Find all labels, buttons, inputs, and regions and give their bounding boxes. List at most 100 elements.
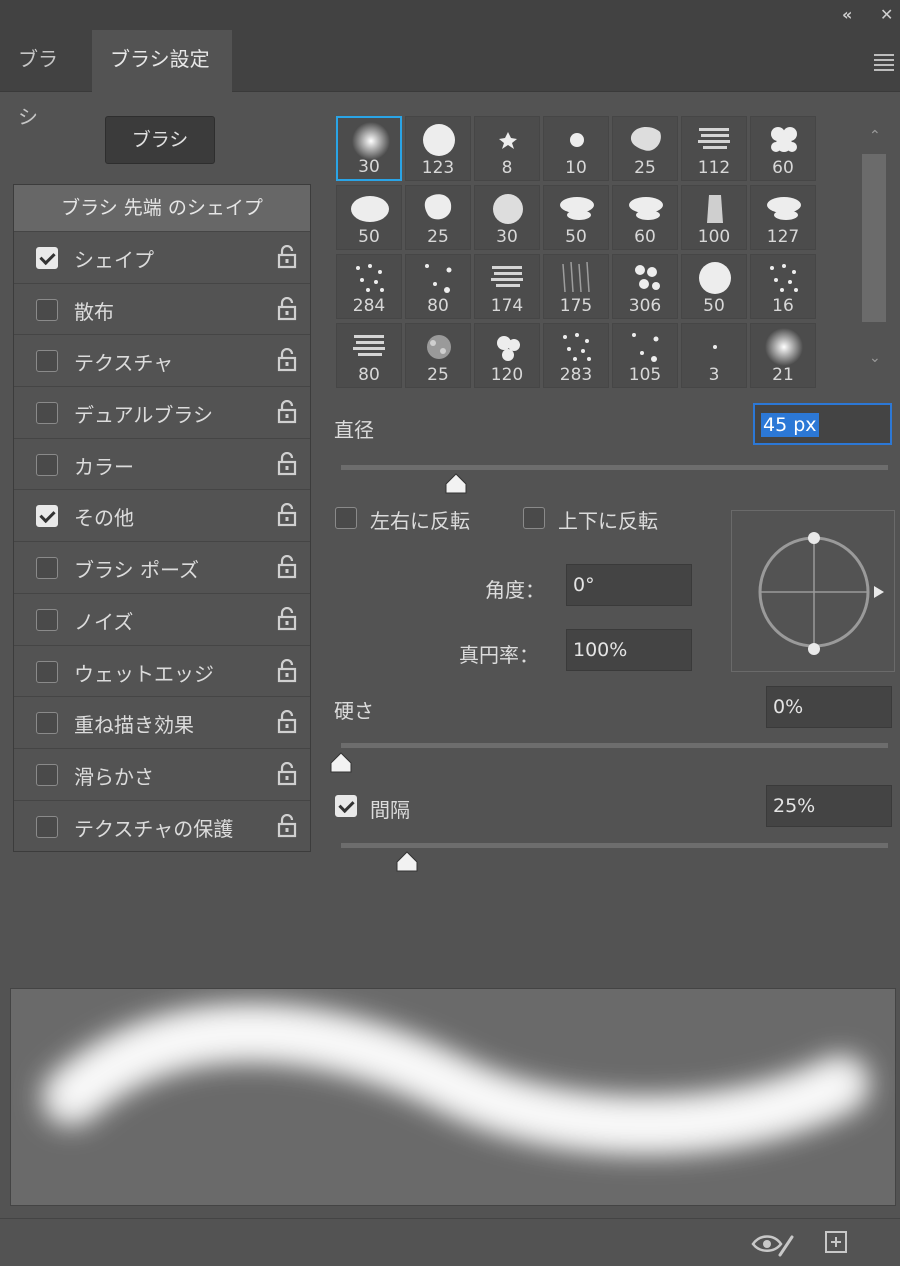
settings-item[interactable]: 滑らかさ <box>14 747 310 800</box>
hardness-field[interactable]: 0% <box>766 686 892 728</box>
brush-tip-icon <box>491 266 523 287</box>
brush-preset-size: 100 <box>697 227 731 247</box>
close-icon[interactable]: ✕ <box>880 5 893 24</box>
flip-y-checkbox[interactable] <box>523 507 545 529</box>
lock-icon[interactable] <box>276 606 298 631</box>
settings-item-checkbox[interactable] <box>36 557 58 580</box>
settings-item[interactable]: ブラシ ポーズ <box>14 541 310 593</box>
brush-preset[interactable]: 112 <box>681 116 747 181</box>
settings-item-checkbox[interactable] <box>36 505 58 528</box>
lock-icon[interactable] <box>276 503 298 527</box>
hardness-slider-thumb[interactable] <box>329 752 353 774</box>
settings-item[interactable]: カラー <box>14 437 310 490</box>
brush-preset[interactable]: 123 <box>405 116 471 181</box>
double-chevron-left-icon[interactable]: « <box>842 5 852 24</box>
scroll-down-icon[interactable]: ⌄ <box>869 350 881 366</box>
settings-item[interactable]: その他 <box>14 489 310 541</box>
panel-menu-icon[interactable] <box>874 54 894 74</box>
brushes-button[interactable]: ブラシ <box>105 116 215 164</box>
hardness-slider-track[interactable] <box>341 743 888 748</box>
spacing-slider-track[interactable] <box>341 843 888 848</box>
brush-preset[interactable]: 283 <box>543 323 609 388</box>
angle-roundness-widget[interactable] <box>731 510 895 672</box>
roundness-field[interactable]: 100% <box>566 629 692 671</box>
lock-icon[interactable] <box>276 761 298 786</box>
tab-brush-settings[interactable]: ブラシ設定 <box>92 30 232 92</box>
brush-preset[interactable]: 21 <box>750 323 816 388</box>
brush-preset-size: 60 <box>634 227 656 247</box>
diameter-field[interactable]: 45 px <box>753 403 892 445</box>
diameter-slider-track[interactable] <box>341 465 888 470</box>
brush-preset[interactable]: 25 <box>405 185 471 250</box>
settings-item-checkbox[interactable] <box>36 815 58 838</box>
settings-item-checkbox[interactable] <box>36 763 58 786</box>
spacing-slider-thumb[interactable] <box>395 851 419 873</box>
tab-brushes[interactable]: ブラシ <box>0 30 92 129</box>
brush-preset[interactable]: 127 <box>750 185 816 250</box>
settings-item-checkbox[interactable] <box>36 402 58 425</box>
brush-preset[interactable]: 105 <box>612 323 678 388</box>
settings-item[interactable]: ウェットエッジ <box>14 644 310 697</box>
brush-preset[interactable]: 50 <box>543 185 609 250</box>
brush-preset[interactable]: 25 <box>612 116 678 181</box>
brush-preset[interactable]: 3 <box>681 323 747 388</box>
settings-item-checkbox[interactable] <box>36 608 58 631</box>
brush-preset[interactable]: 174 <box>474 254 540 319</box>
presets-scrollbar[interactable]: ⌃ ⌄ <box>858 116 894 388</box>
settings-item-checkbox[interactable] <box>36 247 58 269</box>
brush-preset[interactable]: 10 <box>543 116 609 181</box>
spacing-field[interactable]: 25% <box>766 785 892 827</box>
diameter-slider-thumb[interactable] <box>444 473 468 495</box>
lock-icon[interactable] <box>276 296 298 321</box>
brush-preset[interactable]: 175 <box>543 254 609 319</box>
brush-tip-icon <box>497 336 520 361</box>
angle-field[interactable]: 0° <box>566 564 692 606</box>
brush-preset[interactable]: 306 <box>612 254 678 319</box>
lock-icon[interactable] <box>276 245 298 269</box>
lock-icon[interactable] <box>276 710 298 734</box>
settings-item-checkbox[interactable] <box>36 453 58 476</box>
settings-item[interactable]: テクスチャの保護 <box>14 799 310 852</box>
settings-item[interactable]: 重ね描き効果 <box>14 696 310 748</box>
settings-item[interactable]: 散布 <box>14 282 310 335</box>
brush-preset[interactable]: 16 <box>750 254 816 319</box>
brush-preset[interactable]: 25 <box>405 323 471 388</box>
brush-preset[interactable]: 60 <box>750 116 816 181</box>
angle-label: 角度： <box>485 578 545 602</box>
settings-item[interactable]: デュアルブラシ <box>14 386 310 438</box>
brush-preset[interactable]: 80 <box>336 323 402 388</box>
scroll-thumb[interactable] <box>862 154 886 322</box>
brush-preset[interactable]: 8 <box>474 116 540 181</box>
brush-preset[interactable]: 60 <box>612 185 678 250</box>
brush-preset-size: 105 <box>628 365 662 385</box>
settings-item-checkbox[interactable] <box>36 660 58 683</box>
brush-preset[interactable]: 50 <box>681 254 747 319</box>
brush-preset[interactable]: 80 <box>405 254 471 319</box>
new-preset-icon[interactable] <box>824 1230 848 1254</box>
eye-brush-icon[interactable] <box>750 1231 794 1257</box>
lock-icon[interactable] <box>276 555 298 579</box>
settings-item[interactable]: シェイプ <box>14 231 310 283</box>
spacing-checkbox[interactable] <box>335 795 357 817</box>
scroll-up-icon[interactable]: ⌃ <box>869 128 881 144</box>
brush-preset[interactable]: 100 <box>681 185 747 250</box>
brush-preset[interactable]: 120 <box>474 323 540 388</box>
brush-preset[interactable]: 50 <box>336 185 402 250</box>
brush-tip-shape-item[interactable]: ブラシ 先端 のシェイプ <box>14 185 310 231</box>
lock-icon[interactable] <box>276 813 298 838</box>
lock-icon[interactable] <box>276 348 298 372</box>
settings-item[interactable]: ノイズ <box>14 592 310 645</box>
lock-icon[interactable] <box>276 400 298 424</box>
brush-preset-size: 25 <box>427 227 449 247</box>
lock-icon[interactable] <box>276 451 298 476</box>
flip-x-checkbox[interactable] <box>335 507 357 529</box>
angle-circle-icon[interactable] <box>732 511 896 673</box>
brush-preset[interactable]: 30 <box>474 185 540 250</box>
brush-preset[interactable]: 284 <box>336 254 402 319</box>
settings-item-checkbox[interactable] <box>36 298 58 321</box>
lock-icon[interactable] <box>276 658 298 683</box>
settings-item-checkbox[interactable] <box>36 712 58 735</box>
brush-preset[interactable]: 30 <box>336 116 402 181</box>
settings-item-checkbox[interactable] <box>36 350 58 373</box>
settings-item[interactable]: テクスチャ <box>14 334 310 386</box>
